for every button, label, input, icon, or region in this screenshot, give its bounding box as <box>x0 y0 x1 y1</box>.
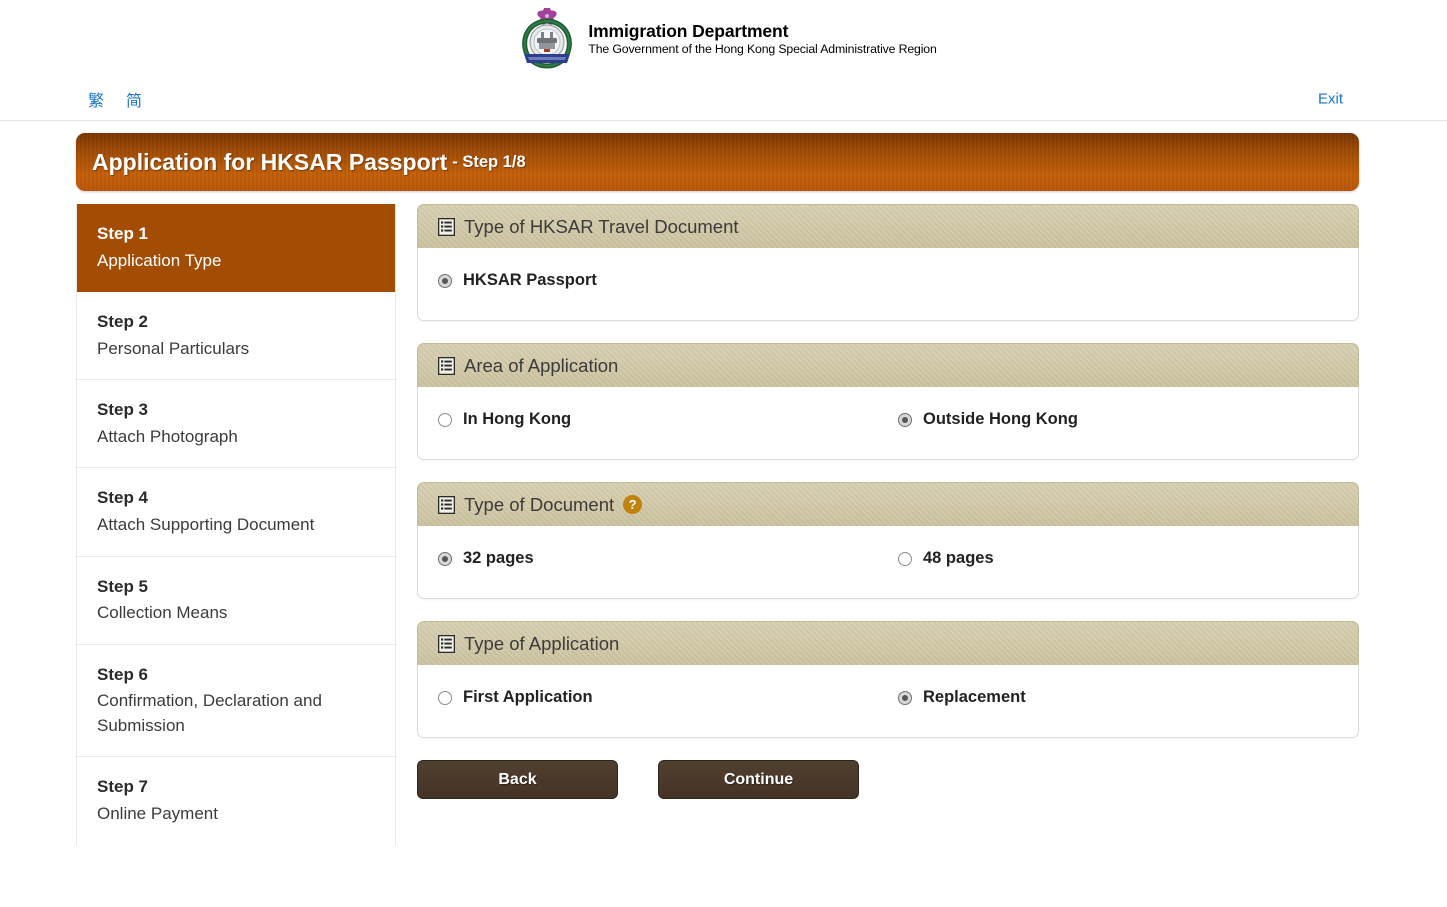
sidebar-step-label: Confirmation, Declaration and Submission <box>97 691 322 735</box>
language-simplified-chinese-link[interactable]: 简 <box>126 87 142 111</box>
radio-option[interactable]: 32 pages <box>438 549 898 568</box>
sidebar-step-label: Attach Photograph <box>97 426 238 446</box>
sidebar-step-label: Online Payment <box>97 803 218 823</box>
radio-option-label: First Application <box>463 688 593 706</box>
sidebar-step-number: Step 5 <box>97 576 149 596</box>
radio-button[interactable] <box>438 690 452 705</box>
sidebar-step-3[interactable]: Step 3 Attach Photograph <box>77 380 395 469</box>
org-name: Immigration Department <box>588 21 789 42</box>
sidebar-step-number: Step 1 <box>97 224 149 243</box>
form-actions: Back Continue <box>417 760 1359 799</box>
sidebar-step-4[interactable]: Step 4 Attach Supporting Document <box>77 468 395 557</box>
form-panel: Type of Document? 32 pages 48 pages <box>417 482 1359 599</box>
radio-option-label: 48 pages <box>923 549 994 567</box>
page-wrapper: Application for HKSAR Passport - Step 1/… <box>0 133 1447 845</box>
radio-button[interactable] <box>898 412 912 427</box>
radio-option-label: Outside Hong Kong <box>923 410 1078 428</box>
panel-body: In Hong Kong Outside Hong Kong <box>417 387 1359 460</box>
panel-title: Type of HKSAR Travel Document <box>464 215 739 237</box>
content-area: Step 1 Application Type Step 2 Personal Par… <box>76 204 1359 845</box>
brand-text: Immigration Department The Government of… <box>588 21 936 56</box>
sidebar-step-7[interactable]: Step 7 Online Payment <box>77 757 395 844</box>
step-navigation-sidebar: Step 1 Application Type Step 2 Personal Par… <box>76 204 396 845</box>
continue-button[interactable]: Continue <box>658 760 859 799</box>
form-panel: Type of HKSAR Travel Document HKSAR Passp… <box>417 204 1359 321</box>
list-icon <box>438 495 455 514</box>
utility-bar: 繁 简 Exit <box>0 78 1447 121</box>
sidebar-step-6[interactable]: Step 6 Confirmation, Declaration and Subm… <box>77 645 395 758</box>
list-icon <box>438 217 455 236</box>
sidebar-step-number: Step 4 <box>97 488 149 508</box>
panel-body: First Application Replacement <box>417 665 1359 738</box>
radio-button[interactable] <box>438 273 452 288</box>
sidebar-step-5[interactable]: Step 5 Collection Means <box>77 557 395 645</box>
sidebar-step-label: Attach Supporting Document <box>97 514 315 534</box>
hksar-immigration-crest-icon <box>522 8 573 69</box>
radio-option[interactable]: 48 pages <box>898 549 994 568</box>
radio-option[interactable]: HKSAR Passport <box>438 271 898 290</box>
page-title-bar: Application for HKSAR Passport - Step 1/… <box>76 133 1359 191</box>
exit-link[interactable]: Exit <box>1318 91 1343 108</box>
panel-header: Type of Application <box>417 621 1359 665</box>
form-panel: Area of Application In Hong Kong Outside H… <box>417 343 1359 460</box>
panel-header: Type of Document? <box>417 482 1359 526</box>
panel-header: Area of Application <box>417 343 1359 387</box>
radio-option-label: 32 pages <box>463 549 534 567</box>
sidebar-step-number: Step 6 <box>97 664 149 684</box>
list-icon <box>438 356 455 375</box>
sidebar-step-number: Step 2 <box>97 312 149 332</box>
brand-block: Immigration Department The Government of… <box>520 8 937 70</box>
panel-body: 32 pages 48 pages <box>417 526 1359 599</box>
sidebar-step-label: Application Type <box>97 250 222 270</box>
radio-option-label: HKSAR Passport <box>463 271 597 289</box>
radio-option-label: In Hong Kong <box>463 410 572 428</box>
radio-button[interactable] <box>898 551 912 566</box>
radio-option[interactable]: Outside Hong Kong <box>898 410 1078 429</box>
sidebar-step-1[interactable]: Step 1 Application Type <box>77 204 395 293</box>
radio-button[interactable] <box>898 690 912 705</box>
form-panels: Type of HKSAR Travel Document HKSAR Passp… <box>417 204 1359 738</box>
page-title: Application for HKSAR Passport <box>92 148 448 175</box>
radio-option[interactable]: First Application <box>438 688 898 707</box>
radio-option[interactable]: Replacement <box>898 688 1026 707</box>
radio-button[interactable] <box>438 412 452 427</box>
back-button[interactable]: Back <box>417 760 618 799</box>
radio-option-label: Replacement <box>923 688 1026 706</box>
panel-title: Area of Application <box>464 354 619 376</box>
panel-title: Type of Document <box>464 493 615 515</box>
radio-option[interactable]: In Hong Kong <box>438 410 898 429</box>
sidebar-step-label: Collection Means <box>97 603 228 623</box>
language-switcher: 繁 简 <box>88 87 142 111</box>
list-icon <box>438 634 455 653</box>
main-form-column: Type of HKSAR Travel Document HKSAR Passp… <box>417 204 1359 799</box>
help-icon[interactable]: ? <box>623 495 643 514</box>
language-traditional-chinese-link[interactable]: 繁 <box>88 87 104 111</box>
org-subtitle: The Government of the Hong Kong Special … <box>588 42 937 57</box>
page-step-indicator: - Step 1/8 <box>452 152 526 171</box>
site-masthead: Immigration Department The Government of… <box>0 0 1447 78</box>
radio-button[interactable] <box>438 551 452 566</box>
sidebar-step-label: Personal Particulars <box>97 338 250 358</box>
sidebar-step-number: Step 3 <box>97 400 149 420</box>
sidebar-step-number: Step 7 <box>97 777 149 797</box>
panel-title: Type of Application <box>464 632 620 654</box>
panel-header: Type of HKSAR Travel Document <box>417 204 1359 248</box>
form-panel: Type of Application First Application Repl… <box>417 621 1359 738</box>
sidebar-step-2[interactable]: Step 2 Personal Particulars <box>77 292 395 381</box>
panel-body: HKSAR Passport <box>417 248 1359 321</box>
